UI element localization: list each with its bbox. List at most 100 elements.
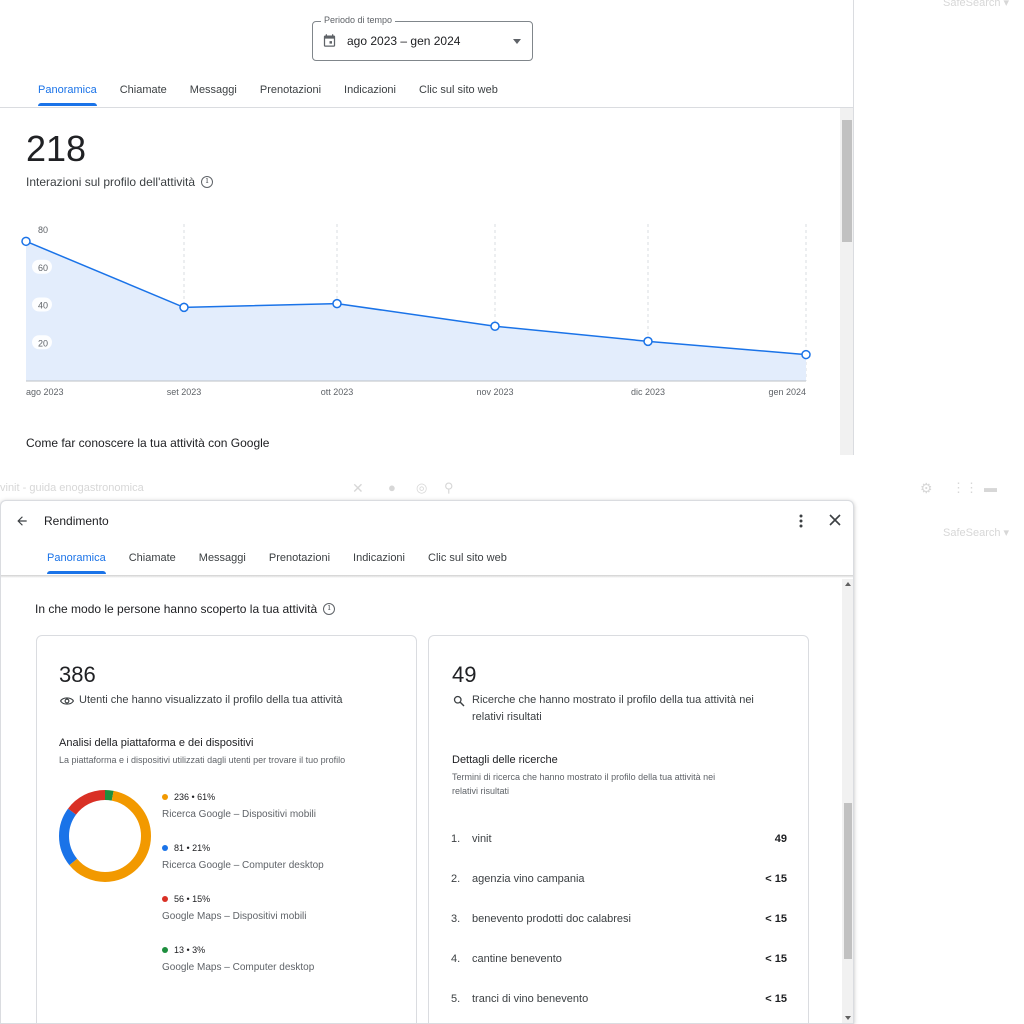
search-rank: 1.	[451, 833, 461, 845]
more-options-icon[interactable]	[797, 514, 805, 528]
search-term: benevento prodotti doc calabresi	[472, 913, 631, 925]
safesearch-faded-top: SafeSearch ▾	[943, 0, 1010, 9]
search-term-row[interactable]: 1. vinit 49	[451, 833, 787, 853]
info-icon[interactable]	[201, 176, 214, 188]
mic-icon: ●	[388, 480, 396, 495]
search-term-row[interactable]: 4. cantine benevento < 15	[451, 953, 787, 973]
dialog-tab-panoramica[interactable]: Panoramica	[47, 552, 106, 574]
period-selector[interactable]: Periodo di tempo ago 2023 – gen 2024	[312, 15, 533, 61]
legend-dot	[162, 896, 168, 902]
faded-search-bar: vinit - guida enogastronomica ✕ ● ◎ ⚲ ⚙ …	[0, 478, 1024, 500]
close-icon[interactable]	[829, 514, 841, 526]
y-tick-label: 80	[38, 225, 48, 235]
legend-item-maps-desktop: 13 • 3% Google Maps – Computer desktop	[162, 945, 314, 973]
x-tick-label: ott 2023	[321, 387, 354, 397]
top-scrollbar-thumb[interactable]	[842, 120, 852, 242]
scroll-up-icon[interactable]	[845, 582, 851, 586]
background-right: SafeSearch ▾ SafeSearch ▾	[855, 0, 1024, 1024]
search-term: vinit	[472, 833, 492, 845]
x-tick-label: ago 2023	[26, 387, 64, 397]
chart-point[interactable]	[332, 298, 342, 309]
tab-clic-sito-web[interactable]: Clic sul sito web	[419, 84, 498, 96]
searches-label: Ricerche che hanno mostrato il profilo d…	[472, 692, 754, 726]
dialog-scrollbar[interactable]	[842, 579, 853, 1023]
legend-value: 236 • 61%	[174, 792, 216, 802]
lens-icon: ◎	[416, 480, 428, 495]
search-count: < 15	[765, 953, 787, 965]
chart-point[interactable]	[643, 336, 653, 347]
search-count: < 15	[765, 873, 787, 885]
search-term-row[interactable]: 5. tranci di vino benevento < 15	[451, 993, 787, 1013]
top-scrollbar[interactable]	[840, 108, 853, 455]
x-tick-label: set 2023	[167, 387, 202, 397]
legend-dot	[162, 845, 168, 851]
search-count: 49	[774, 833, 787, 845]
top-tabs: Panoramica Chiamate Messaggi Prenotazion…	[38, 84, 498, 106]
dialog-tabs: Panoramica Chiamate Messaggi Prenotazion…	[47, 552, 507, 574]
legend-label: Google Maps – Computer desktop	[162, 962, 315, 973]
y-tick-label: 40	[38, 301, 48, 311]
chart-point[interactable]	[21, 236, 31, 247]
y-tick-label: 60	[38, 263, 48, 273]
platform-analysis-title: Analisi della piattaforma e dei disposit…	[59, 737, 254, 749]
search-icon: ⚲	[444, 480, 454, 495]
dialog-tabs-shadow	[1, 575, 853, 578]
dialog-title: Rendimento	[44, 514, 109, 528]
searches-number: 49	[452, 662, 477, 687]
tab-messaggi[interactable]: Messaggi	[190, 84, 237, 96]
legend-dot	[162, 794, 168, 800]
search-term-row[interactable]: 2. agenzia vino campania < 15	[451, 873, 787, 893]
tab-prenotazioni[interactable]: Prenotazioni	[260, 84, 321, 96]
search-rank: 2.	[451, 873, 461, 885]
account-icon: ▬	[984, 480, 997, 495]
legend-item-maps-mobile: 56 • 15% Google Maps – Dispositivi mobil…	[162, 894, 307, 922]
dialog-tab-clic-sito-web[interactable]: Clic sul sito web	[428, 552, 507, 564]
search-rank: 5.	[451, 993, 461, 1005]
search-rank: 3.	[451, 913, 461, 925]
legend-value: 13 • 3%	[174, 945, 206, 955]
chart-point[interactable]	[801, 349, 811, 360]
x-tick-label: nov 2023	[476, 387, 513, 397]
period-value: ago 2023 – gen 2024	[347, 34, 461, 48]
dialog-tab-messaggi[interactable]: Messaggi	[199, 552, 246, 564]
tab-indicazioni[interactable]: Indicazioni	[344, 84, 396, 96]
back-arrow-icon[interactable]	[15, 514, 29, 528]
search-details-desc-line2: relativi risultati	[452, 786, 510, 796]
safesearch-faded-mid: SafeSearch ▾	[943, 527, 1010, 539]
discovery-heading: In che modo le persone hanno scoperto la…	[35, 602, 336, 616]
dialog-tab-prenotazioni[interactable]: Prenotazioni	[269, 552, 330, 564]
search-icon	[453, 695, 465, 707]
tab-panoramica[interactable]: Panoramica	[38, 84, 97, 106]
interactions-chart: 20 40 60 80 ago 2023 set 2023 ott 2023 nov 2023…	[21, 224, 811, 397]
tab-chiamate[interactable]: Chiamate	[120, 84, 167, 96]
legend-label: Ricerca Google – Dispositivi mobili	[162, 809, 316, 820]
profile-views-number: 386	[59, 662, 96, 687]
info-icon[interactable]	[323, 603, 336, 615]
eye-icon	[60, 697, 74, 705]
search-rank: 4.	[451, 953, 461, 965]
scroll-down-icon[interactable]	[845, 1016, 851, 1020]
search-term-row[interactable]: 3. benevento prodotti doc calabresi < 15	[451, 913, 787, 933]
clear-icon: ✕	[352, 480, 364, 496]
dialog-tab-chiamate[interactable]: Chiamate	[129, 552, 176, 564]
total-interactions: 218	[26, 128, 87, 169]
calendar-icon	[323, 34, 336, 47]
rendimento-dialog: Rendimento Panoramica Chiamate Messaggi …	[0, 500, 854, 1024]
total-interactions-label: Interazioni sul profilo dell'attività	[26, 175, 214, 189]
chart-point[interactable]	[490, 321, 500, 332]
tabs-divider	[0, 107, 853, 108]
search-count: < 15	[765, 993, 787, 1005]
search-term: cantine benevento	[472, 953, 562, 965]
legend-value: 81 • 21%	[174, 843, 211, 853]
faded-search-text: vinit - guida enogastronomica	[0, 482, 144, 494]
chart-area-fill	[26, 241, 806, 381]
chart-point[interactable]	[179, 302, 189, 313]
dialog-tab-indicazioni[interactable]: Indicazioni	[353, 552, 405, 564]
legend-item-google-mobile: 236 • 61% Ricerca Google – Dispositivi m…	[162, 792, 316, 820]
x-tick-label: gen 2024	[768, 387, 806, 397]
dialog-scrollbar-thumb[interactable]	[844, 803, 852, 959]
searches-label-line2: relativi risultati	[472, 711, 542, 723]
profile-views-card: 386 Utenti che hanno visualizzato il pro…	[36, 635, 417, 1023]
platform-analysis-desc: La piattaforma e i dispositivi utilizzat…	[59, 755, 346, 765]
apps-icon: ⋮⋮	[952, 480, 978, 495]
